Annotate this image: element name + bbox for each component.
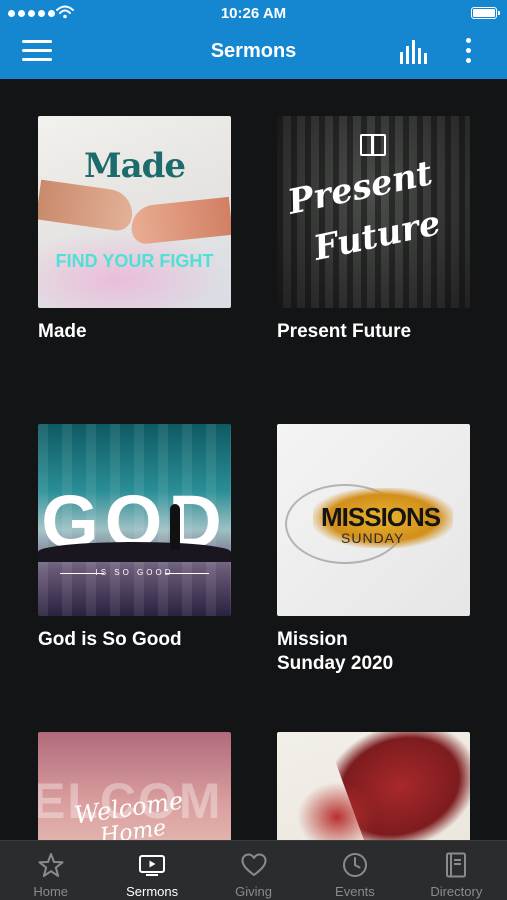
sermon-title: Mission Sunday 2020 bbox=[277, 629, 394, 674]
sermon-card[interactable]: ELCOM Welcome Home bbox=[38, 732, 231, 840]
sermon-title: God is So Good bbox=[38, 629, 182, 650]
heart-icon bbox=[241, 853, 267, 876]
sermon-card[interactable]: GOD IS SO GOOD God is So Good bbox=[38, 424, 231, 652]
tab-label: Directory bbox=[430, 884, 483, 899]
sermon-card[interactable]: Present Future Present Future bbox=[277, 116, 470, 344]
status-time: 10:26 AM bbox=[220, 5, 287, 22]
tab-sermons[interactable]: Sermons bbox=[101, 841, 202, 900]
sermon-artwork bbox=[277, 732, 470, 840]
sermon-card[interactable]: Made FIND YOUR FIGHT Made bbox=[38, 116, 231, 344]
artwork-subtitle: IS SO GOOD bbox=[95, 568, 174, 577]
person-silhouette bbox=[170, 504, 180, 550]
more-options-button[interactable] bbox=[462, 38, 474, 68]
tab-label: Giving bbox=[235, 884, 272, 899]
tab-label: Home bbox=[33, 884, 69, 899]
sermon-artwork: GOD IS SO GOOD bbox=[38, 424, 231, 616]
clock-icon bbox=[342, 853, 367, 877]
star-icon bbox=[38, 853, 64, 877]
hand-left-graphic bbox=[38, 179, 136, 233]
tab-label: Sermons bbox=[126, 884, 179, 899]
tab-events[interactable]: Events bbox=[304, 841, 405, 900]
tab-giving[interactable]: Giving bbox=[203, 841, 304, 900]
tab-directory[interactable]: Directory bbox=[406, 841, 507, 900]
artwork-title: MISSIONS bbox=[321, 502, 441, 532]
tab-label: Events bbox=[335, 884, 375, 899]
artwork-subtitle: FIND YOUR FIGHT bbox=[55, 251, 214, 271]
status-bar: 10:26 AM bbox=[0, 0, 507, 26]
sermon-artwork: Made FIND YOUR FIGHT bbox=[38, 116, 231, 308]
sermon-artwork: MISSIONS SUNDAY bbox=[277, 424, 470, 616]
sermon-grid: Made FIND YOUR FIGHT Made Present Future… bbox=[0, 79, 507, 840]
page-title: Sermons bbox=[210, 40, 297, 62]
artwork-subtitle: SUNDAY bbox=[341, 530, 405, 546]
artwork-title: Made bbox=[83, 146, 186, 186]
battery-icon bbox=[471, 7, 500, 19]
gift-icon bbox=[360, 134, 386, 156]
sermon-title: Present Future bbox=[277, 321, 412, 342]
sermon-card[interactable]: MISSIONS SUNDAY Mission Sunday 2020 bbox=[277, 424, 470, 676]
sermon-title: Made bbox=[38, 321, 87, 342]
tab-bar: Home Sermons Giving Events Directory bbox=[0, 840, 507, 900]
sermon-card[interactable] bbox=[277, 732, 470, 840]
tv-play-icon bbox=[139, 855, 166, 876]
book-icon bbox=[446, 852, 467, 878]
sermon-artwork: ELCOM Welcome Home bbox=[38, 732, 231, 840]
tab-home[interactable]: Home bbox=[0, 841, 101, 900]
nav-bar: Sermons bbox=[0, 26, 507, 79]
sermon-artwork: Present Future bbox=[277, 116, 470, 308]
audio-bars-icon[interactable] bbox=[398, 40, 430, 66]
